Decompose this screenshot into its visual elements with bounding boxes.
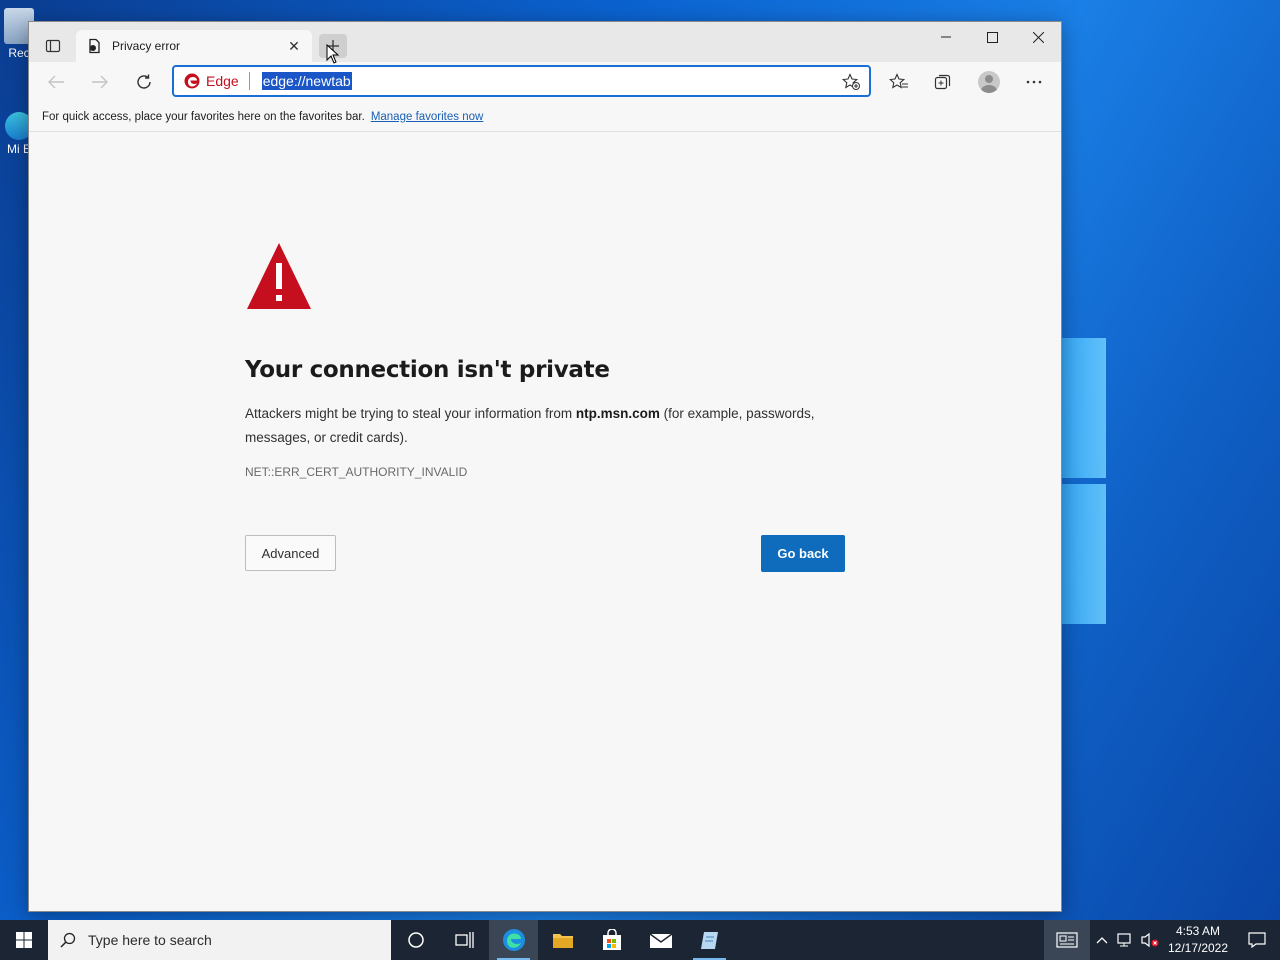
taskbar-edge[interactable] bbox=[489, 920, 538, 960]
folder-icon bbox=[552, 934, 573, 948]
tab-actions-icon bbox=[45, 39, 61, 53]
go-back-button[interactable]: Go back bbox=[761, 535, 845, 572]
tab-close-icon[interactable]: ✕ bbox=[286, 38, 302, 54]
maximize-icon bbox=[986, 31, 998, 43]
favorites-bar: For quick access, place your favorites h… bbox=[29, 102, 1061, 132]
back-arrow-icon bbox=[48, 75, 64, 89]
back-button[interactable] bbox=[41, 68, 71, 96]
taskbar-mail[interactable] bbox=[636, 920, 685, 960]
mouse-cursor-icon bbox=[326, 44, 340, 64]
more-dots-icon bbox=[1026, 80, 1042, 84]
cortana-circle-icon bbox=[407, 932, 424, 948]
tab-favicon-icon bbox=[89, 38, 100, 54]
windows-logo-wallpaper bbox=[1062, 338, 1106, 624]
task-view-button[interactable] bbox=[440, 920, 489, 960]
tab-privacy-error[interactable]: Privacy error ✕ bbox=[76, 30, 312, 62]
address-bar[interactable]: Edge edge://newtab bbox=[172, 65, 871, 97]
collections-icon bbox=[934, 74, 951, 90]
taskbar-file-explorer[interactable] bbox=[538, 920, 587, 960]
error-code: NET::ERR_CERT_AUTHORITY_INVALID bbox=[245, 465, 468, 479]
show-hidden-icons-button[interactable] bbox=[1090, 920, 1114, 960]
taskbar-search-box[interactable]: Type here to search bbox=[48, 920, 391, 960]
taskbar-notepad-app[interactable] bbox=[685, 920, 734, 960]
error-heading: Your connection isn't private bbox=[245, 357, 610, 383]
favorites-button[interactable] bbox=[884, 68, 914, 96]
browser-window: Privacy error ✕ Edge edge://newtab For q… bbox=[28, 21, 1062, 912]
settings-menu-button[interactable] bbox=[1019, 68, 1049, 96]
minimize-button[interactable] bbox=[923, 22, 969, 52]
refresh-button[interactable] bbox=[129, 68, 159, 96]
start-button[interactable] bbox=[0, 920, 48, 960]
news-widget-button[interactable] bbox=[1044, 920, 1090, 960]
add-favorite-star-icon[interactable] bbox=[841, 73, 861, 91]
minimize-icon bbox=[941, 36, 951, 38]
taskbar: Type here to search 4:53 AM 12/17/2022 bbox=[0, 920, 1280, 960]
clock-time: 4:53 AM bbox=[1175, 924, 1221, 938]
taskbar-store[interactable] bbox=[587, 920, 636, 960]
profile-avatar-icon bbox=[978, 71, 1000, 93]
edge-logo-icon bbox=[184, 73, 200, 89]
windows-start-icon bbox=[16, 932, 32, 948]
notification-center-button[interactable] bbox=[1234, 920, 1280, 960]
speaker-muted-icon bbox=[1141, 932, 1159, 948]
forward-button[interactable] bbox=[85, 68, 115, 96]
system-tray: 4:53 AM 12/17/2022 bbox=[1044, 920, 1280, 960]
maximize-button[interactable] bbox=[969, 22, 1015, 52]
volume-button[interactable] bbox=[1138, 920, 1162, 960]
search-placeholder: Type here to search bbox=[88, 932, 212, 948]
collections-button[interactable] bbox=[928, 68, 958, 96]
manage-favorites-link[interactable]: Manage favorites now bbox=[371, 111, 484, 123]
mail-envelope-icon bbox=[649, 933, 672, 948]
refresh-icon bbox=[137, 74, 151, 89]
clock[interactable]: 4:53 AM 12/17/2022 bbox=[1162, 920, 1234, 960]
close-icon bbox=[1032, 31, 1044, 43]
edge-site-chip[interactable]: Edge bbox=[184, 72, 250, 90]
window-controls bbox=[923, 22, 1061, 52]
notepad-icon bbox=[700, 932, 718, 949]
clock-date: 12/17/2022 bbox=[1167, 941, 1229, 955]
news-icon bbox=[1056, 932, 1078, 948]
edge-icon bbox=[502, 929, 525, 951]
profile-button[interactable] bbox=[974, 68, 1004, 96]
tab-title: Privacy error bbox=[112, 39, 181, 53]
network-icon bbox=[1117, 933, 1131, 947]
error-description: Attackers might be trying to steal your … bbox=[245, 402, 865, 450]
edge-chip-label: Edge bbox=[206, 73, 239, 89]
tab-actions-button[interactable] bbox=[39, 34, 67, 58]
store-bag-icon bbox=[602, 929, 621, 950]
notification-icon bbox=[1248, 932, 1266, 948]
favorites-star-list-icon bbox=[889, 73, 908, 89]
url-text[interactable]: edge://newtab bbox=[261, 72, 352, 90]
task-view-icon bbox=[454, 932, 474, 948]
error-page: Your connection isn't private Attackers … bbox=[29, 133, 1061, 911]
desc-hostname: ntp.msn.com bbox=[575, 406, 660, 421]
close-window-button[interactable] bbox=[1015, 22, 1061, 52]
advanced-button[interactable]: Advanced bbox=[245, 535, 336, 571]
cortana-button[interactable] bbox=[391, 920, 440, 960]
title-bar: Privacy error ✕ bbox=[29, 22, 1061, 62]
chevron-up-icon bbox=[1096, 937, 1108, 944]
desc-text-start: Attackers might be trying to steal your … bbox=[245, 406, 576, 421]
network-button[interactable] bbox=[1114, 920, 1138, 960]
favorites-bar-hint: For quick access, place your favorites h… bbox=[42, 110, 365, 123]
warning-triangle-icon bbox=[247, 243, 311, 309]
navigation-toolbar: Edge edge://newtab bbox=[29, 62, 1061, 102]
search-icon bbox=[60, 932, 76, 948]
forward-arrow-icon bbox=[92, 75, 108, 89]
